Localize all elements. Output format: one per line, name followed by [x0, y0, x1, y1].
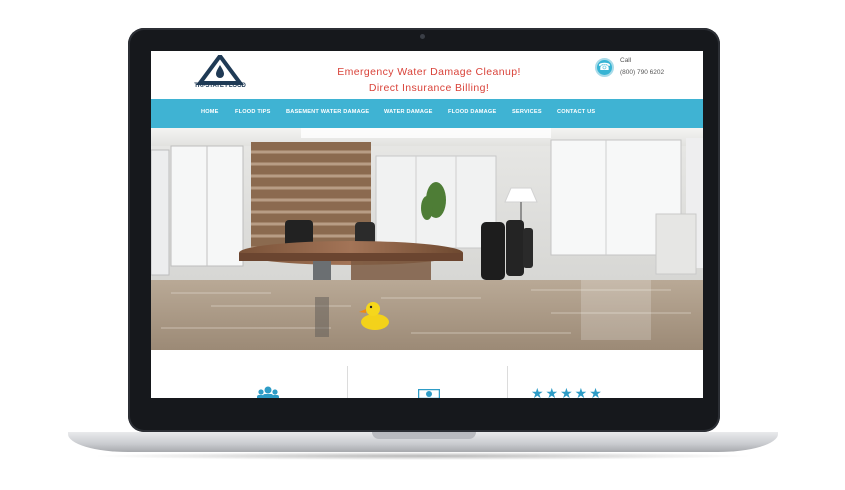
logo[interactable]: TRI-STATE FLOOD: [193, 52, 247, 95]
phone-number-link[interactable]: (800) 790 6202: [620, 69, 664, 76]
hero-flooded-office-image: [151, 128, 703, 350]
main-nav: HOME FLOOD TIPS BASEMENT WATER DAMAGE WA…: [151, 99, 703, 128]
nav-contact-us[interactable]: CONTACT US: [557, 109, 595, 115]
nav-services[interactable]: SERVICES: [512, 109, 542, 115]
nav-home[interactable]: HOME: [201, 109, 219, 115]
laptop-screen: TRI-STATE FLOOD Emergency Water Damage C…: [151, 51, 703, 398]
nav-water-damage[interactable]: WATER DAMAGE: [384, 109, 433, 115]
feature-divider: [347, 366, 348, 398]
webcam: [420, 34, 425, 39]
phone-icon[interactable]: ☎: [595, 58, 614, 77]
tagline-line-1: Emergency Water Damage Cleanup!: [337, 66, 521, 78]
laptop-shadow: [90, 452, 755, 460]
people-icon: [257, 386, 279, 398]
tagline: Emergency Water Damage Cleanup! Direct I…: [311, 64, 547, 96]
nav-flood-damage[interactable]: FLOOD DAMAGE: [448, 109, 496, 115]
features-strip: ★★★★★: [151, 350, 703, 398]
tagline-line-2: Direct Insurance Billing!: [368, 82, 490, 94]
site-header: TRI-STATE FLOOD Emergency Water Damage C…: [151, 51, 703, 98]
logo-roof-icon: [196, 52, 244, 85]
laptop-base-notch: [372, 432, 476, 439]
nav-basement-water-damage[interactable]: BASEMENT WATER DAMAGE: [286, 109, 369, 115]
logo-text: TRI-STATE FLOOD: [194, 83, 246, 89]
feature-divider: [507, 366, 508, 398]
money-icon: [418, 389, 440, 398]
nav-flood-tips[interactable]: FLOOD TIPS: [235, 109, 271, 115]
call-label: Call: [620, 57, 632, 64]
rating-stars: ★★★★★: [531, 385, 604, 398]
